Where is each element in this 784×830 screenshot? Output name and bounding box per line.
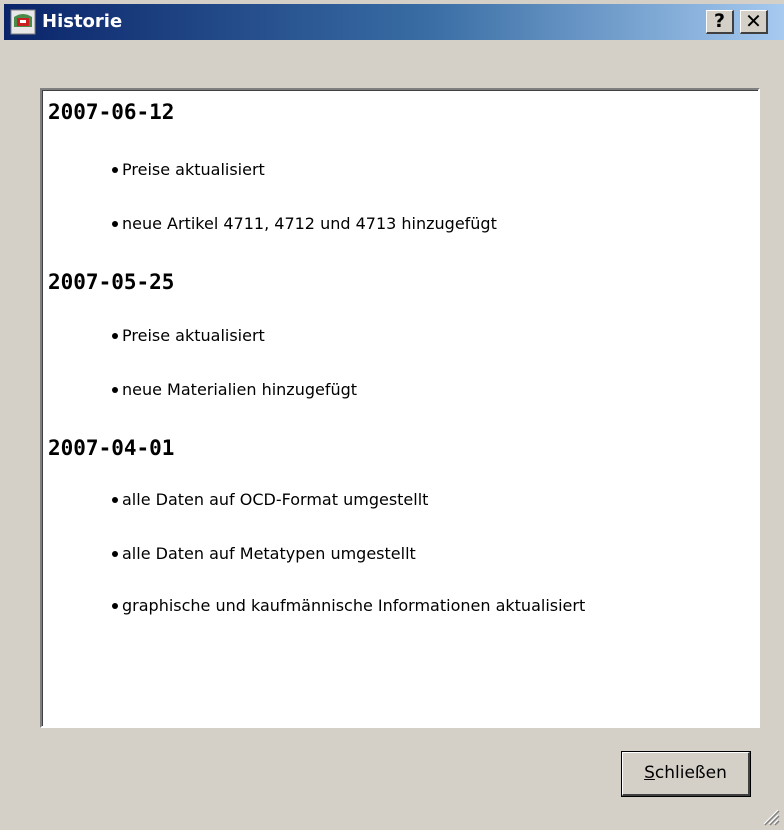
bullet-icon: [112, 220, 118, 227]
history-entry: neue Materialien hinzugefügt: [112, 380, 357, 399]
close-window-button[interactable]: ✕: [740, 10, 768, 34]
history-entry: alle Daten auf Metatypen umgestellt: [112, 544, 416, 563]
bullet-icon: [112, 332, 118, 339]
date-heading: 2007-06-12: [48, 100, 175, 124]
entry-text: neue Artikel 4711, 4712 und 4713 hinzuge…: [122, 214, 497, 233]
help-button[interactable]: ?: [706, 10, 734, 34]
history-entry: graphische und kaufmännische Information…: [112, 596, 585, 615]
bullet-icon: [112, 496, 118, 503]
title-bar[interactable]: Historie ? ✕: [4, 4, 784, 40]
date-heading: 2007-05-25: [48, 270, 175, 294]
schliessen-button[interactable]: Schließen: [621, 751, 751, 797]
entry-text: graphische und kaufmännische Information…: [122, 596, 586, 615]
entry-text: neue Materialien hinzugefügt: [122, 380, 358, 399]
bullet-icon: [112, 386, 118, 393]
history-entry: Preise aktualisiert: [112, 160, 265, 179]
history-entry: neue Artikel 4711, 4712 und 4713 hinzuge…: [112, 214, 497, 233]
bullet-icon: [112, 166, 118, 173]
resize-grip-icon[interactable]: [760, 806, 780, 826]
mnemonic-letter: S: [644, 763, 655, 783]
bullet-icon: [112, 550, 118, 557]
history-dialog: Historie ? ✕ 2007-06-12 Preise aktualisi…: [0, 0, 784, 830]
date-heading: 2007-04-01: [48, 436, 175, 460]
help-icon: ?: [713, 10, 726, 32]
window-title: Historie: [42, 11, 123, 32]
app-logo-icon: [10, 9, 36, 35]
button-label: chließen: [654, 763, 727, 783]
entry-text: alle Daten auf OCD-Format umgestellt: [122, 490, 429, 509]
close-icon: ✕: [745, 9, 762, 33]
entry-text: Preise aktualisiert: [122, 326, 265, 345]
entry-text: alle Daten auf Metatypen umgestellt: [122, 544, 416, 563]
history-content[interactable]: 2007-06-12 Preise aktualisiert neue Arti…: [40, 88, 760, 728]
entry-text: Preise aktualisiert: [122, 160, 265, 179]
history-entry: Preise aktualisiert: [112, 326, 265, 345]
bullet-icon: [112, 602, 118, 609]
history-entry: alle Daten auf OCD-Format umgestellt: [112, 490, 428, 509]
